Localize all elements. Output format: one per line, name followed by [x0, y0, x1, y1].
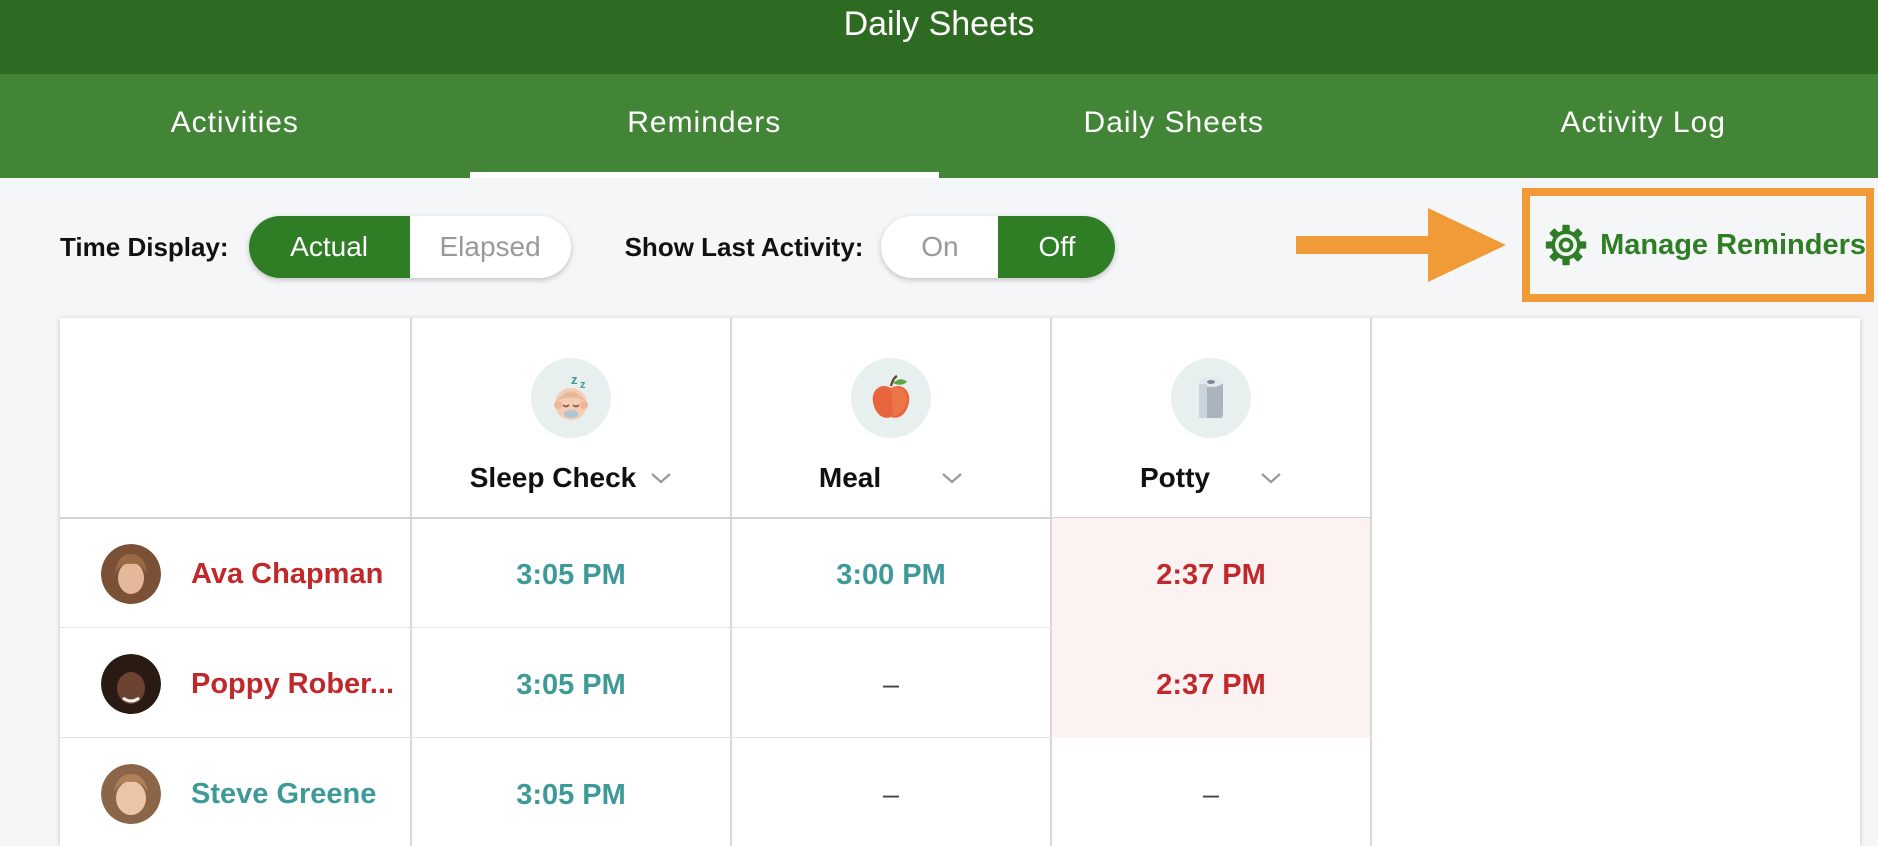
tab-label: Activities: [170, 106, 299, 139]
column-header-potty: Potty: [1052, 318, 1370, 518]
show-last-on-option[interactable]: On: [881, 216, 998, 278]
tab-activity-log[interactable]: Activity Log: [1409, 74, 1878, 178]
manage-reminders-button[interactable]: Manage Reminders: [1522, 188, 1874, 302]
time-display-label: Time Display:: [60, 231, 229, 262]
column-name-potty[interactable]: Potty: [1052, 462, 1370, 494]
time-display-elapsed-option[interactable]: Elapsed: [410, 216, 571, 278]
child-name: Steve Greene: [191, 777, 377, 810]
time-display-actual-option[interactable]: Actual: [248, 216, 410, 278]
tab-reminders[interactable]: Reminders: [469, 74, 940, 178]
main-tabs: Activities Reminders Daily Sheets Activi…: [0, 74, 1878, 178]
reminders-grid: z z Sleep Check Meal Potty Ava Chapman 3…: [60, 318, 1860, 846]
display-controls: Time Display: Actual Elapsed Show Last A…: [60, 216, 1116, 278]
avatar: [101, 764, 161, 824]
tab-label: Activity Log: [1560, 106, 1726, 139]
child-name: Ava Chapman: [191, 557, 384, 590]
column-header-meal: Meal: [732, 318, 1050, 518]
reminder-cell-sleep-check[interactable]: 3:05 PM: [412, 738, 730, 846]
app-title-bar: Daily Sheets: [0, 0, 1878, 74]
toilet-paper-icon: [1171, 358, 1251, 438]
chevron-down-icon[interactable]: [650, 471, 672, 485]
reminder-cell-meal[interactable]: –: [732, 628, 1050, 738]
manage-reminders-label: Manage Reminders: [1600, 228, 1866, 261]
reminder-cell-meal[interactable]: 3:00 PM: [732, 518, 1050, 628]
reminder-cell-potty[interactable]: 2:37 PM: [1052, 628, 1370, 738]
show-last-activity-label: Show Last Activity:: [624, 231, 864, 262]
chevron-down-icon[interactable]: [1260, 471, 1282, 485]
sleeping-baby-icon: z z: [554, 372, 588, 420]
avatar: [101, 654, 161, 714]
column-divider: [1370, 318, 1372, 846]
reminder-cell-potty[interactable]: 2:37 PM: [1052, 518, 1370, 628]
child-row-steve-greene[interactable]: Steve Greene: [60, 739, 410, 846]
reminder-cell-sleep-check[interactable]: 3:05 PM: [412, 518, 730, 628]
chevron-down-icon[interactable]: [941, 471, 963, 485]
tab-daily-sheets[interactable]: Daily Sheets: [939, 74, 1409, 178]
svg-text:z: z: [580, 379, 586, 391]
child-row-poppy-rober[interactable]: Poppy Rober...: [60, 629, 410, 739]
avatar: [101, 544, 161, 604]
time-display-toggle: Actual Elapsed: [248, 216, 571, 278]
child-row-ava-chapman[interactable]: Ava Chapman: [60, 519, 410, 629]
tab-label: Reminders: [627, 106, 782, 139]
child-name: Poppy Rober...: [191, 667, 395, 700]
tab-label: Daily Sheets: [1083, 106, 1264, 139]
gear-icon: [1545, 224, 1587, 266]
sleeping-baby-icon: z z: [531, 358, 611, 438]
page-title: Daily Sheets: [843, 4, 1035, 43]
annotation-arrow-icon: [1296, 208, 1506, 282]
column-name-meal[interactable]: Meal: [732, 462, 1050, 494]
reminder-cell-potty[interactable]: –: [1052, 738, 1370, 846]
column-header-sleep-check: z z Sleep Check: [412, 318, 730, 518]
toilet-paper-icon: [1199, 377, 1223, 418]
column-name-sleep-check[interactable]: Sleep Check: [412, 462, 730, 494]
apple-icon: [872, 374, 910, 418]
reminder-cell-meal[interactable]: –: [732, 738, 1050, 846]
apple-icon: [851, 358, 931, 438]
show-last-off-option[interactable]: Off: [998, 216, 1116, 278]
tab-activities[interactable]: Activities: [0, 74, 470, 178]
show-last-activity-toggle: On Off: [881, 216, 1116, 278]
reminder-cell-sleep-check[interactable]: 3:05 PM: [412, 628, 730, 738]
svg-text:z: z: [571, 372, 578, 387]
